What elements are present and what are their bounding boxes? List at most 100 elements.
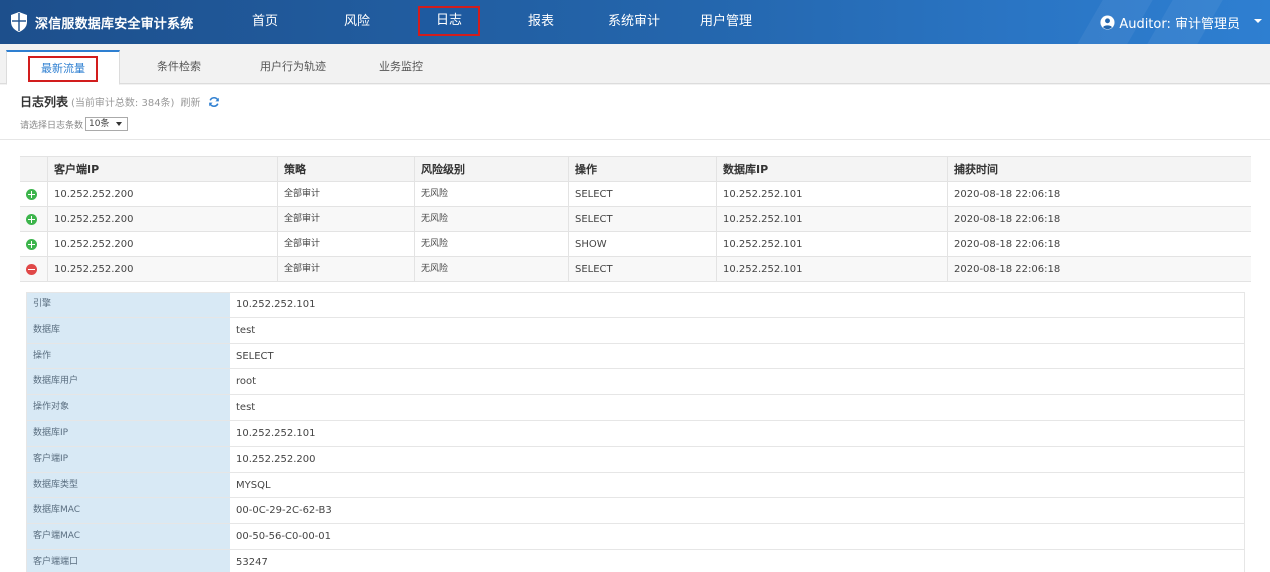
detail-row: 引擎 10.252.252.101 (26, 292, 1245, 318)
cell-db-ip: 10.252.252.101 (723, 189, 803, 200)
detail-key: 数据库类型 (26, 472, 230, 498)
top-nav-bar: 深信服数据库安全审计系统 首页 风险 日志 报表 系统审计 用户管理 Audit… (0, 0, 1270, 44)
cell-db-ip: 10.252.252.101 (723, 239, 803, 250)
cell-client-ip: 10.252.252.200 (54, 239, 134, 250)
detail-value: test (236, 324, 256, 336)
shield-logo-icon (11, 12, 27, 32)
detail-value: root (236, 376, 257, 388)
tab-latest-traffic-label: 最新流量 (28, 56, 98, 82)
detail-key: 客户端端口 (26, 549, 230, 572)
detail-row: 客户端IP 10.252.252.200 (26, 446, 1245, 473)
detail-key: 操作对象 (26, 395, 230, 420)
main-content: 日志列表 (当前审计总数: 384条) 刷新 请选择日志条数 10条 客户端IP… (0, 85, 1270, 572)
detail-row: 客户端MAC 00-50-56-C0-00-01 (26, 524, 1245, 550)
refresh-icon[interactable] (208, 96, 220, 108)
cell-operation: SHOW (575, 239, 607, 250)
cell-client-ip: 10.252.252.200 (54, 264, 134, 275)
cell-risk: 无风险 (421, 239, 449, 249)
table-row[interactable]: 10.252.252.200 全部审计 无风险 SELECT 10.252.25… (20, 257, 1251, 282)
plus-circle-icon[interactable] (26, 214, 37, 225)
refresh-link[interactable]: 刷新 (180, 94, 200, 109)
cell-risk: 无风险 (421, 264, 449, 274)
table-row[interactable]: 10.252.252.200 全部审计 无风险 SHOW 10.252.252.… (20, 232, 1251, 257)
detail-value: test (236, 402, 256, 414)
cell-client-ip: 10.252.252.200 (54, 214, 134, 225)
detail-key: 引擎 (26, 292, 230, 317)
cell-client-ip: 10.252.252.200 (54, 189, 134, 200)
cell-time: 2020-08-18 22:06:18 (954, 189, 1061, 200)
detail-key: 数据库MAC (26, 498, 230, 524)
tab-user-behavior-track[interactable]: 用户行为轨迹 (244, 50, 342, 84)
cell-policy: 全部审计 (284, 214, 321, 224)
divider (0, 139, 1270, 140)
cell-operation: SELECT (575, 189, 613, 200)
detail-row: 操作 SELECT (26, 343, 1245, 370)
brand[interactable]: 深信服数据库安全审计系统 (10, 0, 193, 44)
cell-policy: 全部审计 (284, 239, 321, 249)
log-count-row: 请选择日志条数 10条 (20, 117, 129, 131)
cell-time: 2020-08-18 22:06:18 (954, 214, 1061, 225)
col-operation: 操作 (575, 163, 597, 176)
chevron-down-icon (116, 122, 123, 126)
detail-key: 操作 (26, 343, 230, 369)
col-capture-time: 捕获时间 (954, 163, 998, 176)
log-count-value: 10条 (89, 119, 110, 129)
cell-risk: 无风险 (421, 189, 449, 199)
detail-key: 数据库用户 (26, 369, 230, 395)
detail-row: 数据库 test (26, 317, 1245, 344)
detail-key: 客户端IP (26, 446, 230, 472)
detail-value: 10.252.252.200 (236, 453, 316, 465)
detail-row: 数据库用户 root (26, 369, 1245, 396)
log-table: 客户端IP 策略 风险级别 操作 数据库IP 捕获时间 10.252.252.2… (20, 156, 1251, 282)
user-label: Auditor: 审计管理员 (1119, 16, 1240, 32)
user-menu[interactable]: Auditor: 审计管理员 (1100, 0, 1240, 44)
cell-db-ip: 10.252.252.101 (723, 264, 803, 275)
log-count-select[interactable]: 10条 (85, 117, 129, 131)
chevron-down-icon[interactable] (1254, 19, 1262, 23)
detail-row: 数据库类型 MYSQL (26, 472, 1245, 499)
cell-policy: 全部审计 (284, 264, 321, 274)
tab-latest-traffic[interactable]: 最新流量 (6, 50, 120, 85)
cell-operation: SELECT (575, 264, 613, 275)
cell-operation: SELECT (575, 214, 613, 225)
detail-key: 数据库IP (26, 420, 230, 446)
total-count-text: (当前审计总数: 384条) (71, 98, 175, 109)
plus-circle-icon[interactable] (26, 239, 37, 250)
detail-row: 操作对象 test (26, 395, 1245, 421)
detail-value: SELECT (236, 350, 274, 362)
tab-condition-search[interactable]: 条件检索 (134, 50, 224, 84)
table-row[interactable]: 10.252.252.200 全部审计 无风险 SELECT 10.252.25… (20, 207, 1251, 232)
detail-key: 数据库 (26, 317, 230, 343)
log-count-label: 请选择日志条数 (20, 120, 84, 131)
tab-business-monitor[interactable]: 业务监控 (358, 50, 444, 84)
tab-bar: 最新流量 条件检索 用户行为轨迹 业务监控 (0, 50, 1270, 85)
table-header: 客户端IP 策略 风险级别 操作 数据库IP 捕获时间 (20, 156, 1251, 182)
cell-db-ip: 10.252.252.101 (723, 214, 803, 225)
minus-circle-icon[interactable] (26, 264, 37, 275)
nav-user-management[interactable]: 用户管理 (692, 0, 760, 44)
user-circle-icon (1100, 14, 1115, 30)
nav-risk[interactable]: 风险 (332, 0, 382, 44)
log-list-header: 日志列表 (当前审计总数: 384条) 刷新 (20, 93, 220, 110)
detail-row: 客户端端口 53247 (26, 549, 1245, 572)
nav-system-audit[interactable]: 系统审计 (600, 0, 668, 44)
detail-value: 00-50-56-C0-00-01 (236, 531, 332, 543)
log-list-title: 日志列表 (20, 95, 69, 109)
col-policy: 策略 (284, 163, 306, 176)
detail-value: 10.252.252.101 (236, 427, 316, 439)
detail-row: 数据库MAC 00-0C-29-2C-62-B3 (26, 498, 1245, 525)
col-client-ip: 客户端IP (54, 163, 100, 176)
nav-reports[interactable]: 报表 (516, 0, 566, 44)
col-db-ip: 数据库IP (723, 163, 769, 176)
nav-home[interactable]: 首页 (240, 0, 290, 44)
detail-key: 客户端MAC (26, 524, 230, 549)
nav-logs[interactable]: 日志 (418, 6, 480, 36)
row-detail-panel: 引擎 10.252.252.101 数据库 test 操作 SELECT 数据库用户 r… (26, 292, 1245, 572)
plus-circle-icon[interactable] (26, 189, 37, 200)
detail-value: 53247 (236, 556, 268, 568)
table-row[interactable]: 10.252.252.200 全部审计 无风险 SELECT 10.252.25… (20, 182, 1251, 207)
cell-risk: 无风险 (421, 214, 449, 224)
cell-policy: 全部审计 (284, 189, 321, 199)
col-risk-level: 风险级别 (421, 163, 465, 176)
detail-row: 数据库IP 10.252.252.101 (26, 420, 1245, 447)
